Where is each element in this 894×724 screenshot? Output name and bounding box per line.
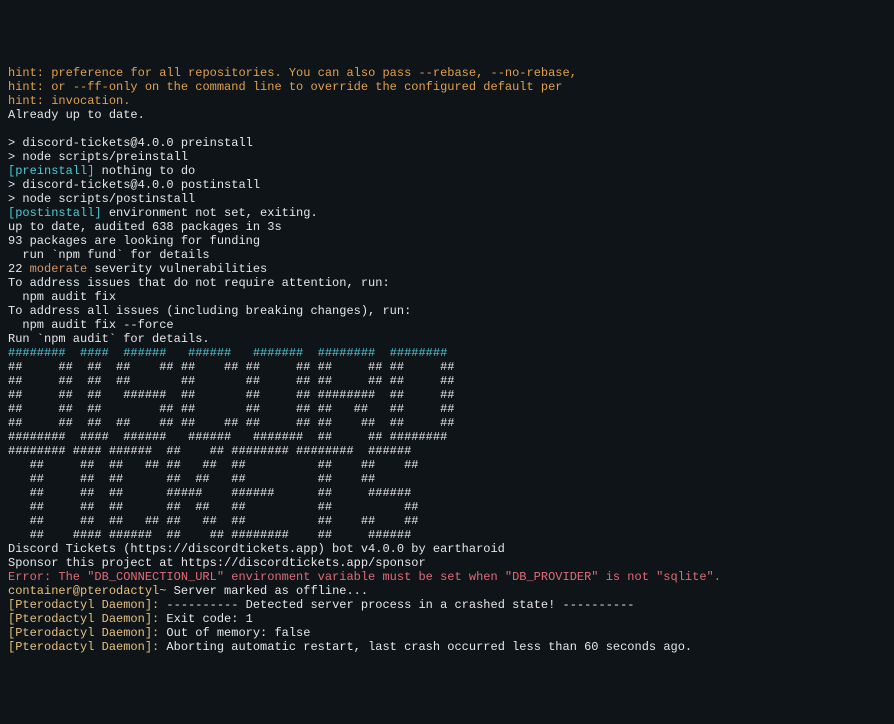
preinstall-msg: nothing to do: [94, 164, 195, 178]
ascii-art-line: ## ## ## ##### ###### ## ######: [8, 486, 447, 500]
postinstall-msg: environment not set, exiting.: [102, 206, 318, 220]
address-line: npm audit fix: [8, 290, 116, 304]
credits-line: Sponsor this project at https://discordt…: [8, 556, 426, 570]
address-line: To address all issues (including breakin…: [8, 304, 411, 318]
npm-line: > node scripts/preinstall: [8, 150, 188, 164]
vuln-severity: moderate: [30, 262, 88, 276]
audit-line: up to date, audited 638 packages in 3s: [8, 220, 282, 234]
ascii-art-line: ######## #### ###### ###### ####### ## #…: [8, 430, 454, 444]
address-line: npm audit fix --force: [8, 318, 174, 332]
daemon-tag: [Pterodactyl Daemon]:: [8, 598, 159, 612]
ascii-art-line: ## #### ###### ## ## ######## ## ######: [8, 528, 447, 542]
terminal-output[interactable]: hint: preference for all repositories. Y…: [8, 66, 886, 654]
daemon-msg: Exit code: 1: [159, 612, 253, 626]
hint-line: hint:: [8, 94, 51, 108]
hint-line: hint:: [8, 66, 51, 80]
npm-line: > discord-tickets@4.0.0 preinstall: [8, 136, 253, 150]
ascii-art-line: ## ## ## ## ## ## ## ## ## ## ##: [8, 402, 454, 416]
daemon-tag: [Pterodactyl Daemon]:: [8, 640, 159, 654]
hint-text: or --ff-only on the command line to over…: [51, 80, 562, 94]
hint-line: hint:: [8, 80, 51, 94]
npm-line: > node scripts/postinstall: [8, 192, 195, 206]
audit-line: 93 packages are looking for funding: [8, 234, 260, 248]
daemon-tag: [Pterodactyl Daemon]:: [8, 612, 159, 626]
container-prompt: container@pterodactyl~: [8, 584, 166, 598]
ascii-art-line: ## ## ## ## ## ## ## ##: [8, 472, 447, 486]
error-line: Error: The "DB_CONNECTION_URL" environme…: [8, 570, 721, 584]
ascii-art-line: ## ## ## ## ## ## ## ## ## ## ## ## ##: [8, 416, 454, 430]
credits-line: Discord Tickets (https://discordtickets.…: [8, 542, 505, 556]
ascii-art-line: ## ## ## ## ## ## ## ##: [8, 500, 447, 514]
postinstall-tag: [postinstall]: [8, 206, 102, 220]
daemon-msg: Aborting automatic restart, last crash o…: [159, 640, 692, 654]
ascii-art-line: ## ## ## ## ## ## ## ## ## ##: [8, 514, 447, 528]
daemon-tag: [Pterodactyl Daemon]:: [8, 626, 159, 640]
daemon-msg: ---------- Detected server process in a …: [159, 598, 634, 612]
audit-line: run `npm fund` for details: [8, 248, 210, 262]
address-line: To address issues that do not require at…: [8, 276, 390, 290]
address-line: Run `npm audit` for details.: [8, 332, 210, 346]
ascii-art-line: ######## #### ###### ###### ####### ####…: [8, 346, 454, 360]
vuln-rest: severity vulnerabilities: [87, 262, 267, 276]
daemon-msg: Out of memory: false: [159, 626, 310, 640]
status-line: Already up to date.: [8, 108, 145, 122]
ascii-art-line: ## ## ## ## ## ## ## ## ## ##: [8, 458, 447, 472]
hint-text: invocation.: [51, 94, 130, 108]
ascii-art-line: ## ## ## ## ## ## ## ## ## ## ## ## ##: [8, 360, 454, 374]
ascii-art-line: ######## #### ###### ## ## ######## ####…: [8, 444, 447, 458]
hint-text: preference for all repositories. You can…: [51, 66, 577, 80]
npm-line: > discord-tickets@4.0.0 postinstall: [8, 178, 260, 192]
vuln-count: 22: [8, 262, 30, 276]
offline-msg: Server marked as offline...: [166, 584, 368, 598]
ascii-art-line: ## ## ## ## ## ## ## ## ## ## ##: [8, 374, 454, 388]
preinstall-tag: [preinstall]: [8, 164, 94, 178]
ascii-art-line: ## ## ## ###### ## ## ## ######## ## ##: [8, 388, 454, 402]
